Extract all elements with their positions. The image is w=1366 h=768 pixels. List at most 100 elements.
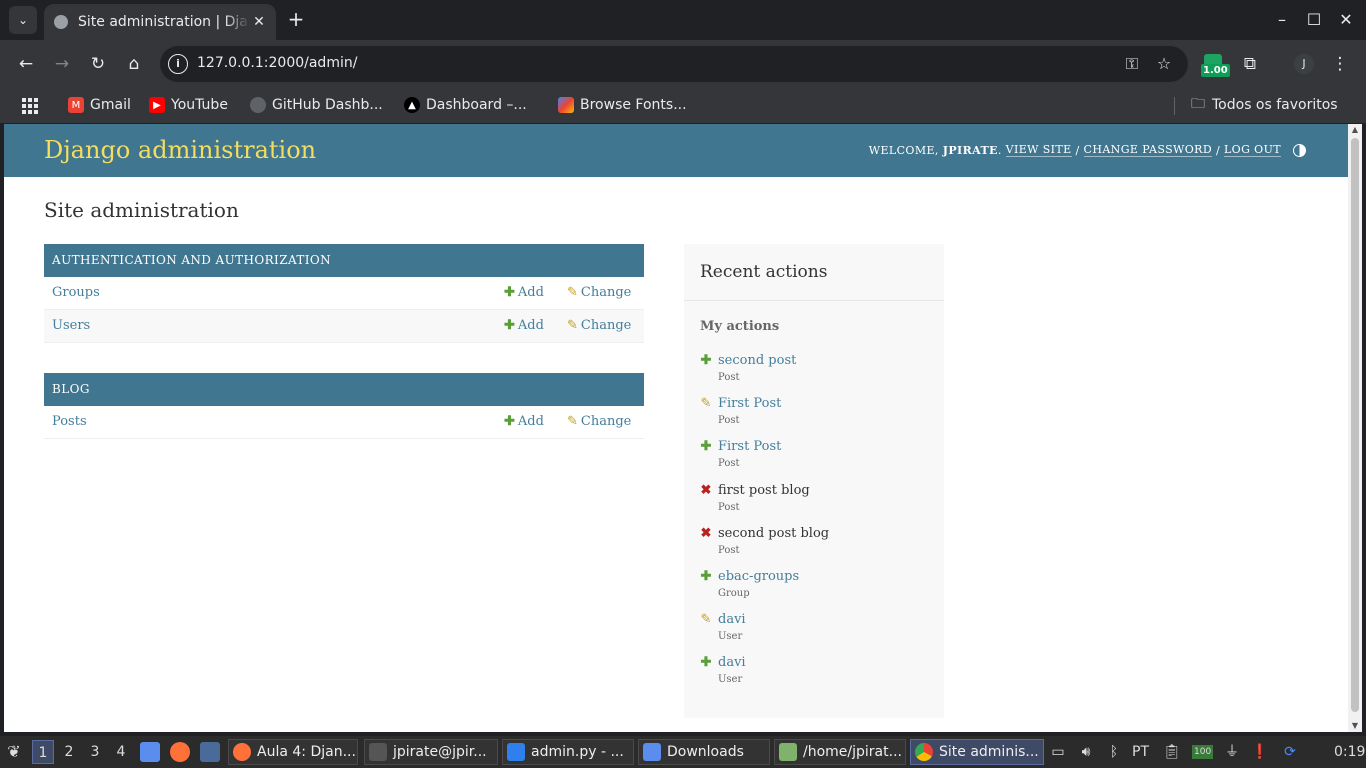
scrollbar-thumb[interactable] (1351, 138, 1359, 712)
bookmark-gmail[interactable]: M Gmail (68, 94, 131, 116)
bookmark-dashboard[interactable]: ▲ Dashboard –... (404, 94, 527, 116)
username: JPIRATE (942, 143, 998, 157)
url-text[interactable]: 127.0.0.1:2000/admin/ (197, 55, 357, 71)
update-icon[interactable]: ⟳ (1280, 742, 1300, 762)
action-object-link[interactable]: davi (718, 655, 746, 671)
tab-site-administration[interactable]: Site administration | Django site admin … (44, 4, 276, 40)
profile-avatar[interactable]: J (1294, 54, 1314, 74)
change-link[interactable]: ✎ Change (567, 285, 631, 300)
theme-toggle-icon[interactable] (1293, 143, 1306, 157)
change-link[interactable]: ✎ Change (567, 414, 631, 429)
task-firefox[interactable]: Aula 4: Djan... (228, 739, 358, 765)
model-link[interactable]: Users (52, 318, 90, 333)
add-link[interactable]: ✚ Add (504, 414, 544, 429)
task-label: /home/jpirat... (803, 744, 902, 760)
add-plus-icon: ✚ (504, 285, 515, 300)
start-menu-icon[interactable]: ❦ (4, 742, 24, 762)
bookmark-youtube[interactable]: ▶ YouTube (149, 94, 228, 116)
delete-x-icon: ✖ (700, 526, 712, 541)
close-tab-icon[interactable]: ✕ (250, 13, 268, 31)
close-window-button[interactable]: ✕ (1334, 8, 1358, 32)
firefox-launcher-icon[interactable] (170, 742, 190, 762)
forward-button[interactable]: → (50, 52, 74, 76)
folder-icon: 🗀 (1191, 96, 1205, 112)
back-button[interactable]: ← (14, 52, 38, 76)
model-link[interactable]: Posts (52, 414, 87, 429)
tab-title: Site administration | Django site admin (78, 14, 250, 30)
task-chrome[interactable]: Site adminis... (910, 739, 1044, 765)
github-icon (250, 97, 266, 113)
minimize-button[interactable]: – (1270, 8, 1294, 32)
menu-kebab-icon[interactable]: ⋮ (1328, 52, 1352, 76)
action-content-type: User (718, 674, 743, 685)
site-info-icon[interactable]: i (168, 54, 188, 74)
view-site-link[interactable]: VIEW SITE (1005, 143, 1072, 157)
alert-icon[interactable]: ❗ (1250, 742, 1270, 762)
task-terminal[interactable]: jpirate@jpir... (364, 739, 498, 765)
action-content-type: Group (718, 588, 750, 599)
all-bookmarks-folder[interactable]: 🗀 Todos os favoritos (1190, 94, 1338, 116)
my-actions-heading: My actions (700, 319, 780, 334)
notes-icon[interactable]: ▭ (1048, 742, 1068, 762)
desktop-launcher-icon[interactable] (200, 742, 220, 762)
task-image-viewer[interactable]: /home/jpirat... (774, 739, 906, 765)
change-link[interactable]: ✎ Change (567, 318, 631, 333)
workspace-2[interactable]: 2 (58, 740, 80, 764)
volume-icon[interactable]: 🔊︎ (1076, 742, 1096, 762)
workspace-4[interactable]: 4 (110, 740, 132, 764)
action-object-link[interactable]: ebac-groups (718, 569, 799, 585)
scroll-down-arrow-icon[interactable]: ▼ (1348, 720, 1362, 732)
task-downloads[interactable]: Downloads (638, 739, 770, 765)
bookmark-fonts[interactable]: Browse Fonts... (558, 94, 687, 116)
action-object-link[interactable]: davi (718, 612, 746, 628)
clipboard-icon[interactable]: 📋︎ (1162, 742, 1182, 762)
add-link[interactable]: ✚ Add (504, 318, 544, 333)
model-link[interactable]: Groups (52, 285, 100, 300)
workspace-1[interactable]: 1 (32, 740, 54, 764)
workspace-3[interactable]: 3 (84, 740, 106, 764)
add-plus-icon: ✚ (700, 353, 712, 368)
home-button[interactable]: ⌂ (122, 52, 146, 76)
app-caption[interactable]: AUTHENTICATION AND AUTHORIZATION (44, 244, 644, 277)
tab-search-button[interactable]: ⌄ (9, 6, 37, 34)
task-label: Site adminis... (939, 744, 1039, 760)
extensions-puzzle-icon[interactable]: ⧉ (1238, 52, 1262, 76)
terminal-icon (369, 743, 387, 761)
pencil-icon: ✎ (567, 318, 578, 333)
new-tab-button[interactable]: + (284, 8, 308, 32)
battery-indicator[interactable]: 100 (1192, 745, 1214, 759)
google-fonts-icon (558, 97, 574, 113)
log-out-link[interactable]: LOG OUT (1223, 143, 1281, 157)
image-viewer-icon (779, 743, 797, 761)
password-key-icon[interactable]: ⚿ (1120, 52, 1144, 76)
clock[interactable]: 0:19 (1334, 742, 1365, 762)
add-plus-icon: ✚ (504, 318, 515, 333)
bookmark-star-icon[interactable]: ☆ (1152, 52, 1176, 76)
gmail-icon: M (68, 97, 84, 113)
action-object-link[interactable]: second post (718, 353, 796, 369)
bluetooth-icon[interactable]: ᛒ (1104, 742, 1124, 762)
bookmark-github[interactable]: GitHub Dashb... (250, 94, 383, 116)
model-row-groups: Groups ✚ Add ✎ Change (44, 277, 644, 310)
file-manager-launcher-icon[interactable] (140, 742, 160, 762)
action-object-link[interactable]: First Post (718, 396, 781, 412)
page-scrollbar[interactable]: ▲ ▼ (1348, 124, 1362, 732)
task-vscode[interactable]: admin.py - ... (502, 739, 634, 765)
django-header: Django administration WELCOME, JPIRATE. … (4, 124, 1348, 177)
change-password-link[interactable]: CHANGE PASSWORD (1083, 143, 1213, 157)
pencil-icon: ✎ (700, 396, 712, 411)
reload-button[interactable]: ↻ (86, 52, 110, 76)
extension-button[interactable]: 1.00 (1200, 54, 1230, 80)
app-caption[interactable]: BLOG (44, 373, 644, 406)
apps-grid-icon[interactable] (22, 98, 38, 114)
network-icon[interactable]: ⏚ (1222, 742, 1242, 762)
add-link[interactable]: ✚ Add (504, 285, 544, 300)
action-object-link[interactable]: First Post (718, 439, 781, 455)
keyboard-layout[interactable]: PT (1132, 742, 1149, 762)
bookmark-label: Dashboard –... (426, 97, 527, 113)
site-branding[interactable]: Django administration (44, 136, 316, 164)
page-title: Site administration (44, 198, 239, 222)
scroll-up-arrow-icon[interactable]: ▲ (1348, 124, 1362, 136)
address-bar[interactable]: i 127.0.0.1:2000/admin/ ⚿ ☆ (160, 46, 1188, 82)
maximize-button[interactable]: ☐ (1302, 8, 1326, 32)
